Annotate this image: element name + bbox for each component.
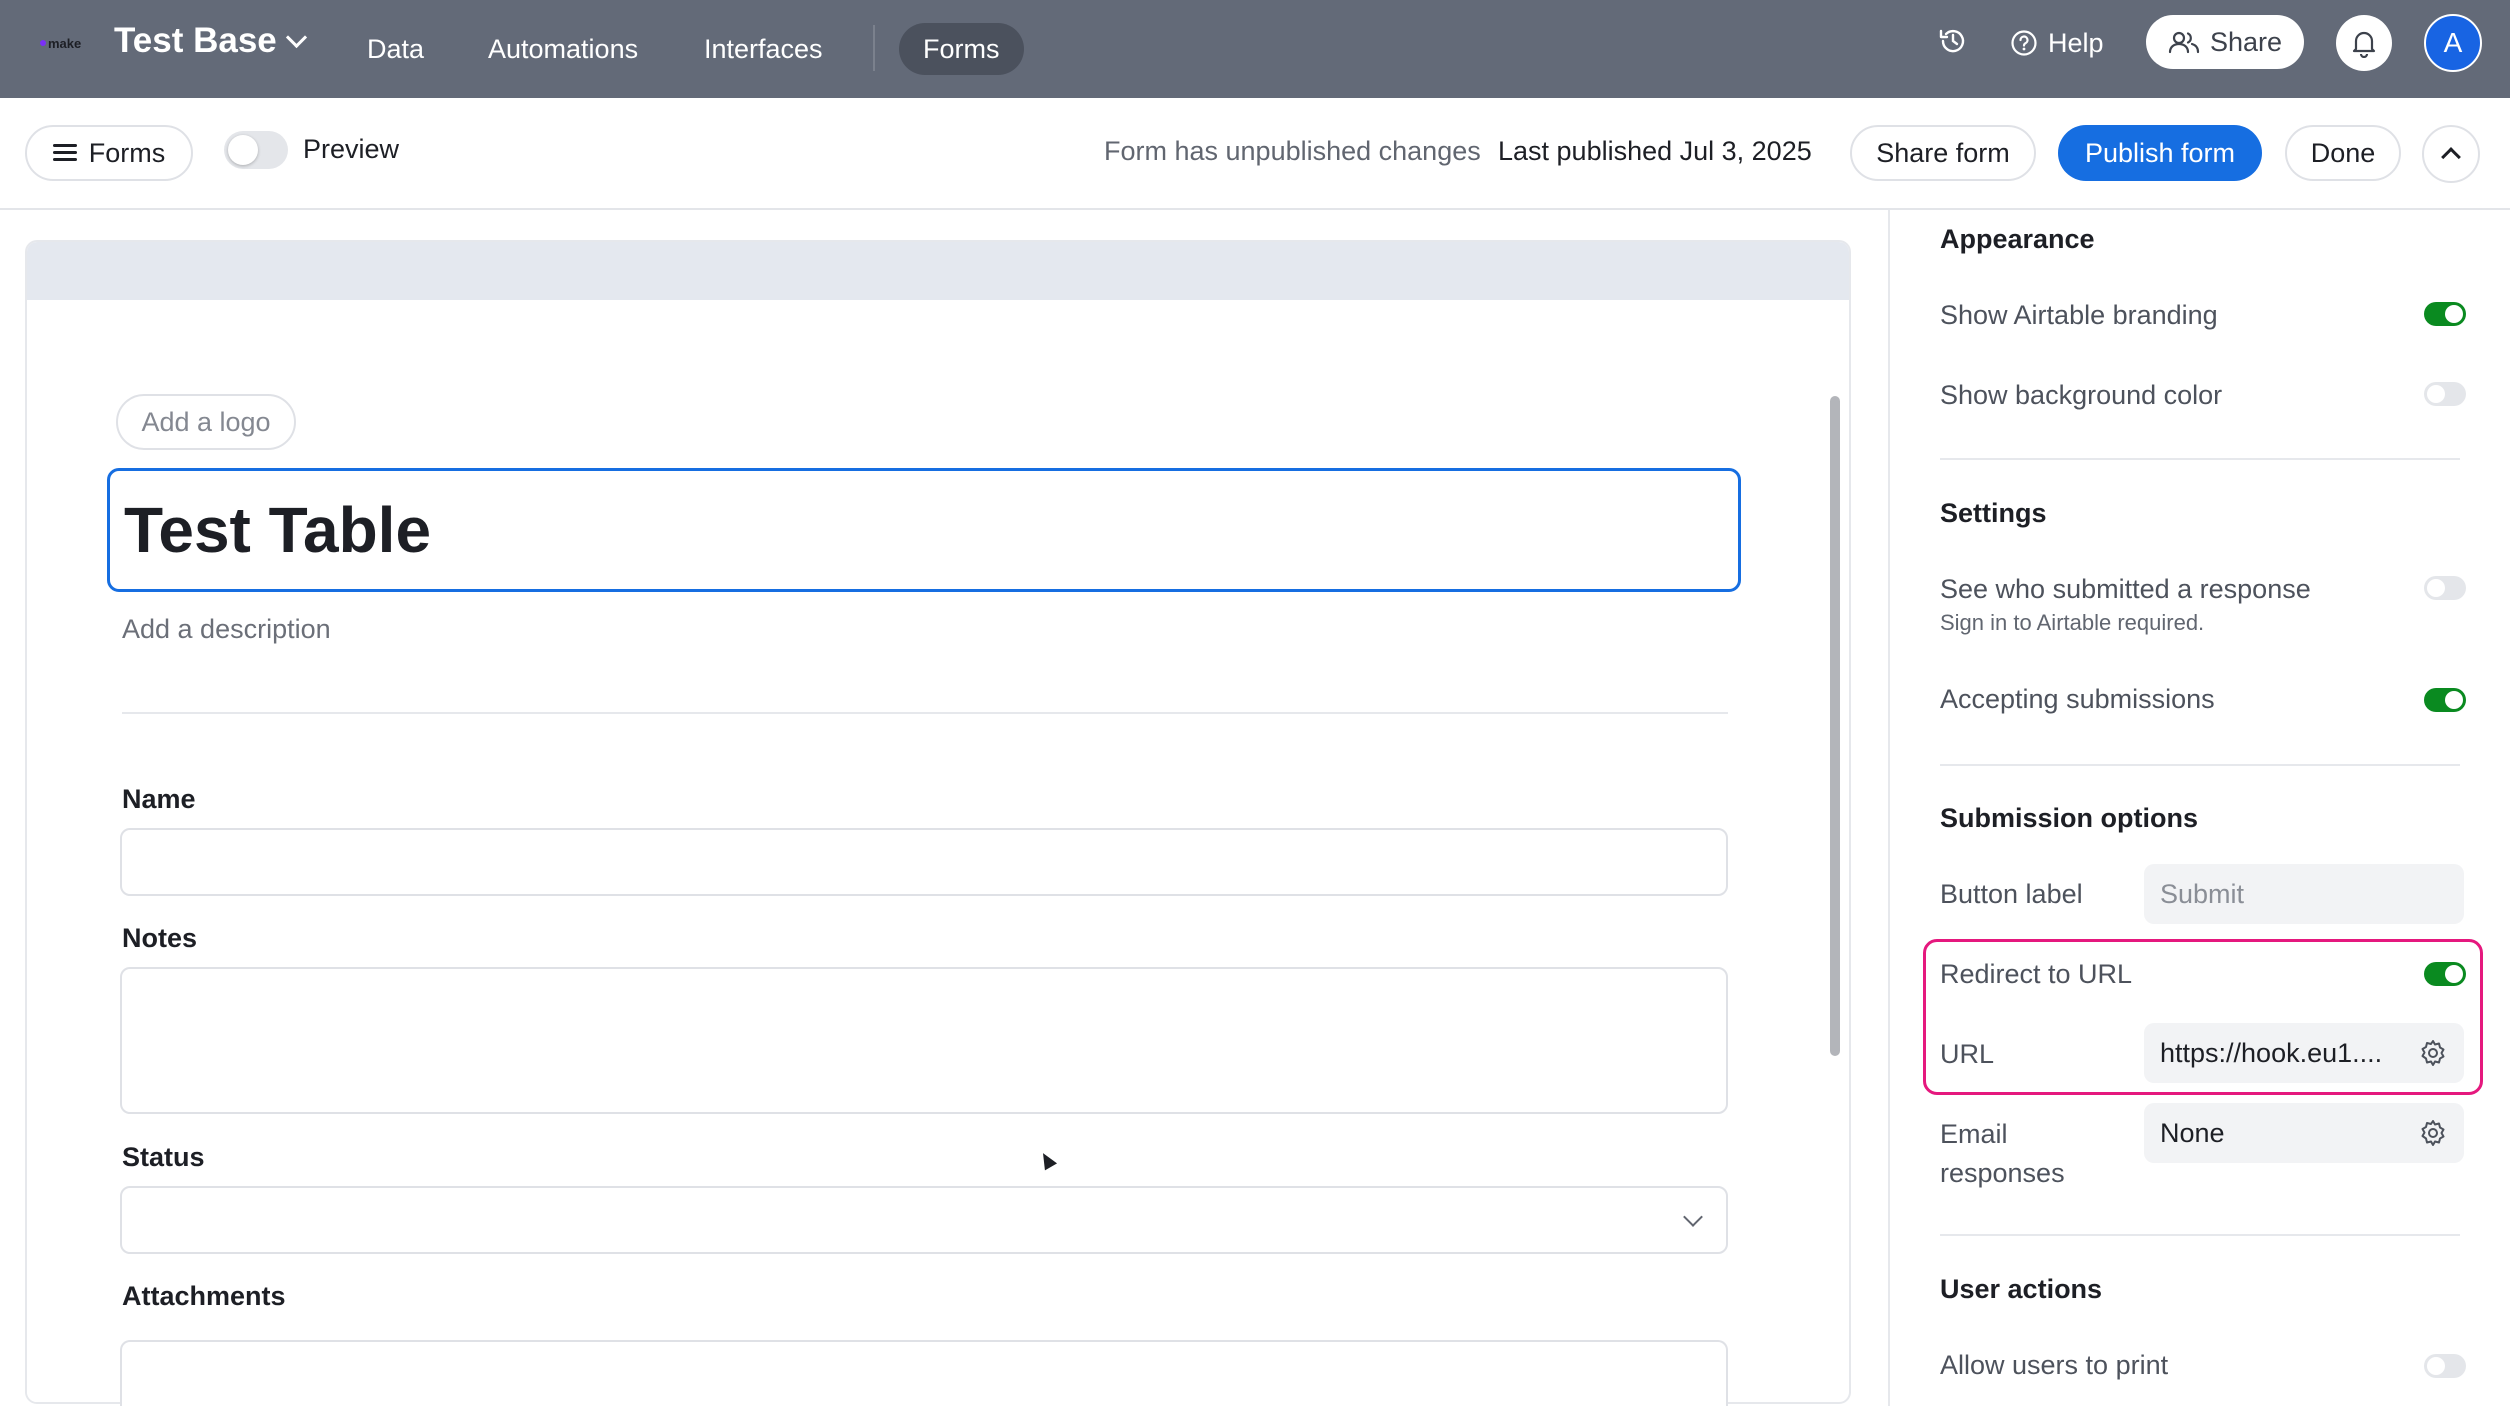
email-responses-label-2: responses [1940, 1158, 2065, 1188]
form-title-input[interactable]: Test Table [107, 468, 1741, 592]
menu-icon [52, 144, 77, 162]
share-form-button[interactable]: Share form [1850, 125, 2036, 181]
help-icon [2011, 30, 2037, 56]
make-logo: make [40, 30, 84, 56]
email-responses-label-1: Email [1940, 1119, 2008, 1149]
allow-print-label: Allow users to print [1940, 1350, 2169, 1380]
show-branding-toggle[interactable] [2424, 302, 2466, 326]
settings-panel: Appearance Show Airtable branding Show b… [1888, 210, 2510, 1406]
see-who-label: See who submitted a response [1940, 574, 2311, 604]
add-logo-button[interactable]: Add a logo [116, 394, 296, 450]
settings-title: Settings [1940, 498, 2047, 528]
see-who-toggle[interactable] [2424, 576, 2466, 600]
done-button[interactable]: Done [2285, 125, 2401, 181]
accepting-submissions-toggle[interactable] [2424, 688, 2466, 712]
unpublished-status: Form has unpublished changes [1104, 136, 1481, 166]
submission-options-title: Submission options [1940, 803, 2199, 833]
help-button[interactable]: Help [2010, 22, 2104, 64]
form-toolbar: Forms Preview Form has unpublished chang… [0, 98, 2510, 210]
field-label-status: Status [122, 1142, 205, 1172]
nav-divider [873, 25, 875, 71]
form-description-input[interactable]: Add a description [122, 614, 331, 645]
show-branding-label: Show Airtable branding [1940, 300, 2218, 330]
field-label-attachments: Attachments [122, 1281, 286, 1311]
nav-forms[interactable]: Forms [899, 23, 1024, 75]
form-header-band [27, 242, 1849, 300]
nav-interfaces[interactable]: Interfaces [680, 23, 847, 75]
logo-text: make [48, 35, 82, 51]
name-field[interactable] [120, 828, 1728, 896]
field-label-notes: Notes [122, 923, 198, 953]
form-divider [122, 712, 1728, 714]
canvas-scrollbar[interactable] [1830, 396, 1840, 1056]
show-bg-color-toggle[interactable] [2424, 382, 2466, 406]
appearance-title: Appearance [1940, 224, 2095, 254]
collapse-button[interactable] [2422, 125, 2480, 183]
section-divider [1940, 1234, 2460, 1236]
users-icon [2168, 31, 2200, 54]
email-responses-value: None [2160, 1117, 2225, 1148]
help-label: Help [2048, 27, 2104, 58]
top-bar: make Test Base Data Automations Interfac… [0, 0, 2510, 98]
see-who-sublabel: Sign in to Airtable required. [1940, 610, 2205, 635]
preview-label: Preview [303, 134, 400, 164]
preview-toggle[interactable] [224, 131, 288, 169]
forms-menu-label: Forms [88, 137, 166, 168]
email-responses-select[interactable]: None [2144, 1103, 2464, 1163]
notes-field[interactable] [120, 967, 1728, 1114]
status-select[interactable] [120, 1186, 1728, 1254]
redirect-highlight-box [1923, 939, 2483, 1095]
user-actions-title: User actions [1940, 1274, 2103, 1304]
gear-icon[interactable] [2418, 1118, 2448, 1148]
button-label-label: Button label [1940, 879, 2083, 909]
forms-menu-button[interactable]: Forms [25, 125, 193, 181]
nav-data[interactable]: Data [343, 23, 448, 75]
history-icon[interactable] [1938, 26, 1968, 56]
share-label: Share [2209, 26, 2283, 57]
base-name-dropdown[interactable]: Test Base [114, 18, 307, 64]
last-published-status: Last published Jul 3, 2025 [1498, 136, 1812, 166]
section-divider [1940, 458, 2460, 460]
avatar[interactable]: A [2424, 14, 2482, 72]
chevron-down-icon [1683, 1207, 1703, 1227]
allow-print-toggle[interactable] [2424, 1354, 2466, 1378]
section-divider [1940, 764, 2460, 766]
chevron-down-icon [285, 26, 307, 48]
show-bg-color-label: Show background color [1940, 380, 2223, 410]
share-button[interactable]: Share [2146, 15, 2304, 69]
attachments-dropzone[interactable] [120, 1340, 1728, 1406]
chevron-up-icon [2441, 147, 2461, 167]
field-label-name: Name [122, 784, 196, 814]
nav-automations[interactable]: Automations [464, 23, 662, 75]
notifications-button[interactable] [2336, 15, 2392, 71]
publish-form-button[interactable]: Publish form [2058, 125, 2262, 181]
button-label-input[interactable]: Submit [2144, 864, 2464, 924]
base-name: Test Base [114, 21, 277, 60]
bell-icon [2352, 31, 2376, 58]
accepting-label: Accepting submissions [1940, 684, 2215, 714]
